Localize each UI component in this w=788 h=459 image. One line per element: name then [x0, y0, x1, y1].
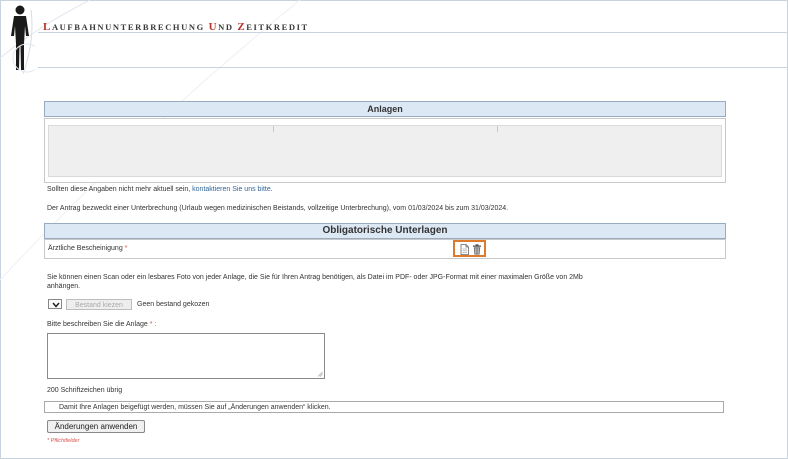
resize-handle-icon[interactable] — [317, 371, 323, 377]
required-fields-footnote: * Pflichtfelder — [47, 438, 80, 444]
anlagen-heading: Anlagen — [44, 101, 726, 117]
description-textarea[interactable] — [47, 333, 325, 379]
attachments-table-body — [48, 125, 722, 177]
human-figure-icon — [11, 5, 35, 75]
document-actions-highlight — [453, 240, 486, 257]
upload-instructions-line1: Sie können einen Scan oder ein lesbares … — [47, 274, 583, 281]
apply-info-text: Damit Ihre Anlagen beigefügt werden, müs… — [59, 404, 331, 411]
document-type-select[interactable] — [48, 299, 62, 309]
chevron-down-icon — [52, 302, 60, 308]
contact-notice: Sollten diese Angaben nicht mehr aktuell… — [47, 186, 273, 193]
attachments-table — [44, 118, 726, 183]
mandatory-documents-heading: Obligatorische Unterlagen — [44, 223, 726, 239]
upload-instructions-line2: anhängen. — [47, 283, 81, 290]
column-separator — [497, 126, 498, 132]
file-status: Geen bestand gekozen — [137, 301, 210, 308]
character-counter: 200 Schriftzeichen übrig — [47, 387, 123, 394]
header-divider — [38, 32, 788, 33]
contact-link[interactable]: kontaktieren Sie uns bitte — [192, 186, 271, 193]
column-separator — [273, 126, 274, 132]
document-icon[interactable] — [459, 244, 470, 255]
trash-icon[interactable] — [472, 244, 482, 255]
choose-file-button[interactable]: Bestand kiezen — [66, 299, 132, 310]
mandatory-document-row: Ärztliche Bescheinigung * — [44, 239, 726, 259]
document-label: Ärztliche Bescheinigung * — [48, 245, 128, 252]
request-description: Der Antrag bezweckt einer Unterbrechung … — [47, 205, 509, 212]
apply-changes-button[interactable]: Änderungen anwenden — [47, 420, 145, 433]
apply-info-message: Damit Ihre Anlagen beigefügt werden, müs… — [44, 401, 724, 413]
header-divider-lower — [38, 67, 788, 68]
description-label: Bitte beschreiben Sie die Anlage * : — [47, 321, 157, 328]
